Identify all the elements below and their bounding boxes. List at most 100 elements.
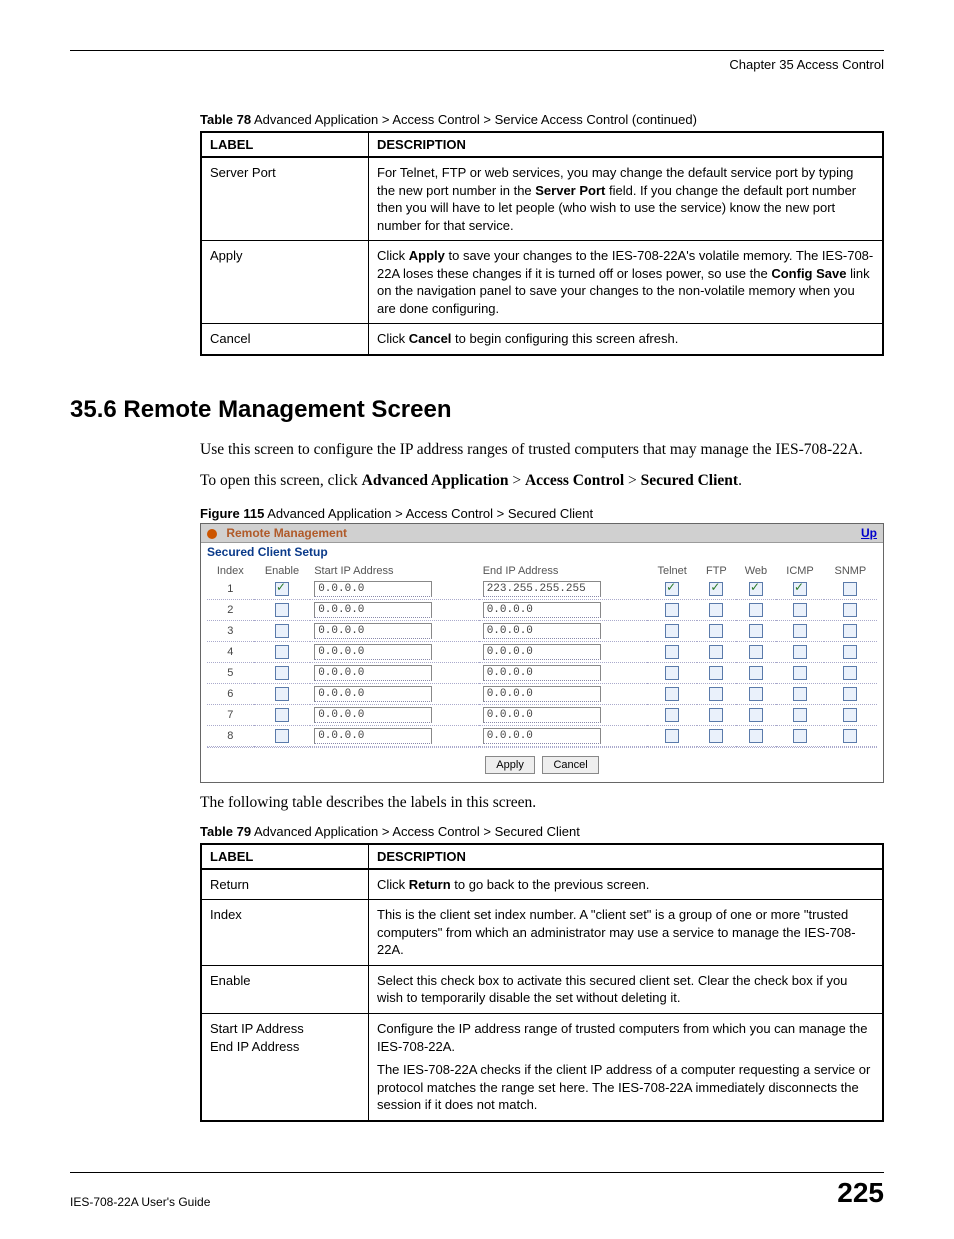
checkbox[interactable] <box>749 666 763 680</box>
checkbox[interactable] <box>843 645 857 659</box>
checkbox[interactable] <box>843 729 857 743</box>
checkbox[interactable] <box>843 687 857 701</box>
end-ip-input[interactable]: 0.0.0.0 <box>483 728 601 744</box>
checkbox[interactable] <box>749 582 763 596</box>
col-start: Start IP Address <box>310 563 478 579</box>
checkbox[interactable] <box>275 666 289 680</box>
checkbox[interactable] <box>665 624 679 638</box>
checkbox[interactable] <box>793 603 807 617</box>
checkbox[interactable] <box>793 729 807 743</box>
checkbox[interactable] <box>749 645 763 659</box>
screenshot-remote-management: Remote Management Up Secured Client Setu… <box>200 523 884 783</box>
checkbox[interactable] <box>275 687 289 701</box>
checkbox[interactable] <box>843 666 857 680</box>
start-ip-input[interactable]: 0.0.0.0 <box>314 665 432 681</box>
checkbox[interactable] <box>793 666 807 680</box>
page-number: 225 <box>837 1177 884 1209</box>
checkbox[interactable] <box>749 624 763 638</box>
checkbox[interactable] <box>665 582 679 596</box>
start-ip-input[interactable]: 0.0.0.0 <box>314 623 432 639</box>
section-para2: To open this screen, click Advanced Appl… <box>200 471 884 492</box>
checkbox[interactable] <box>275 708 289 722</box>
checkbox[interactable] <box>275 729 289 743</box>
start-ip-input[interactable]: 0.0.0.0 <box>314 581 432 597</box>
cell-index: 2 <box>207 599 254 620</box>
cell-index: 4 <box>207 641 254 662</box>
end-ip-input[interactable]: 0.0.0.0 <box>483 602 601 618</box>
end-ip-input[interactable]: 0.0.0.0 <box>483 686 601 702</box>
up-link[interactable]: Up <box>861 526 877 540</box>
end-ip-input[interactable]: 0.0.0.0 <box>483 707 601 723</box>
checkbox[interactable] <box>709 624 723 638</box>
checkbox[interactable] <box>749 729 763 743</box>
cell-index: 3 <box>207 620 254 641</box>
col-snmp: SNMP <box>824 563 877 579</box>
checkbox[interactable] <box>749 603 763 617</box>
table-row: 2 0.0.0.0 0.0.0.0 <box>207 599 877 620</box>
checkbox[interactable] <box>665 603 679 617</box>
apply-button[interactable]: Apply <box>485 756 535 774</box>
t78-r1-label: Apply <box>201 241 369 324</box>
end-ip-input[interactable]: 0.0.0.0 <box>483 665 601 681</box>
checkbox[interactable] <box>709 687 723 701</box>
start-ip-input[interactable]: 0.0.0.0 <box>314 728 432 744</box>
start-ip-input[interactable]: 0.0.0.0 <box>314 602 432 618</box>
checkbox[interactable] <box>709 666 723 680</box>
table-row: 50.0.0.00.0.0.0 <box>207 662 877 683</box>
checkbox[interactable] <box>709 729 723 743</box>
cancel-button[interactable]: Cancel <box>542 756 598 774</box>
checkbox[interactable] <box>709 645 723 659</box>
checkbox[interactable] <box>665 687 679 701</box>
checkbox[interactable] <box>665 666 679 680</box>
checkbox[interactable] <box>793 708 807 722</box>
col-index: Index <box>207 563 254 579</box>
start-ip-input[interactable]: 0.0.0.0 <box>314 686 432 702</box>
checkbox[interactable] <box>275 603 289 617</box>
t79-r0-desc: Click Return to go back to the previous … <box>369 869 884 900</box>
start-ip-input[interactable]: 0.0.0.0 <box>314 707 432 723</box>
checkbox[interactable] <box>665 729 679 743</box>
t79-r1-desc: This is the client set index number. A "… <box>369 900 884 966</box>
checkbox[interactable] <box>793 624 807 638</box>
checkbox[interactable] <box>793 582 807 596</box>
after-figure-text: The following table describes the labels… <box>200 793 884 814</box>
table-row: 3 0.0.0.0 0.0.0.0 <box>207 620 877 641</box>
checkbox[interactable] <box>709 582 723 596</box>
checkbox[interactable] <box>749 708 763 722</box>
col-web: Web <box>736 563 777 579</box>
t78-r0-desc: For Telnet, FTP or web services, you may… <box>369 157 884 241</box>
end-ip-input[interactable]: 0.0.0.0 <box>483 623 601 639</box>
section-para1: Use this screen to configure the IP addr… <box>200 440 884 461</box>
footer-guide: IES-708-22A User's Guide <box>70 1195 210 1209</box>
t79-r2-desc: Select this check box to activate this s… <box>369 965 884 1013</box>
table78-caption: Table 78 Advanced Application > Access C… <box>200 112 884 127</box>
col-telnet: Telnet <box>647 563 697 579</box>
checkbox[interactable] <box>843 708 857 722</box>
figure-caption: Figure 115 Advanced Application > Access… <box>200 506 884 521</box>
table-row: 10.0.0.0223.255.255.255 <box>207 579 877 600</box>
t79-r0-label: Return <box>201 869 369 900</box>
table79: LABEL DESCRIPTION Return Click Return to… <box>200 843 884 1122</box>
checkbox[interactable] <box>275 624 289 638</box>
table-row: 80.0.0.00.0.0.0 <box>207 725 877 746</box>
t79-r3-desc: Configure the IP address range of truste… <box>369 1013 884 1120</box>
checkbox[interactable] <box>793 687 807 701</box>
checkbox[interactable] <box>843 603 857 617</box>
checkbox[interactable] <box>793 645 807 659</box>
checkbox[interactable] <box>665 708 679 722</box>
t79-r3-label: Start IP Address End IP Address <box>201 1013 369 1120</box>
t79-r1-label: Index <box>201 900 369 966</box>
end-ip-input[interactable]: 223.255.255.255 <box>483 581 601 597</box>
start-ip-input[interactable]: 0.0.0.0 <box>314 644 432 660</box>
checkbox[interactable] <box>275 582 289 596</box>
bullet-icon <box>207 529 217 539</box>
end-ip-input[interactable]: 0.0.0.0 <box>483 644 601 660</box>
checkbox[interactable] <box>843 624 857 638</box>
checkbox[interactable] <box>749 687 763 701</box>
col-enable: Enable <box>254 563 311 579</box>
checkbox[interactable] <box>709 708 723 722</box>
checkbox[interactable] <box>709 603 723 617</box>
checkbox[interactable] <box>275 645 289 659</box>
checkbox[interactable] <box>843 582 857 596</box>
checkbox[interactable] <box>665 645 679 659</box>
